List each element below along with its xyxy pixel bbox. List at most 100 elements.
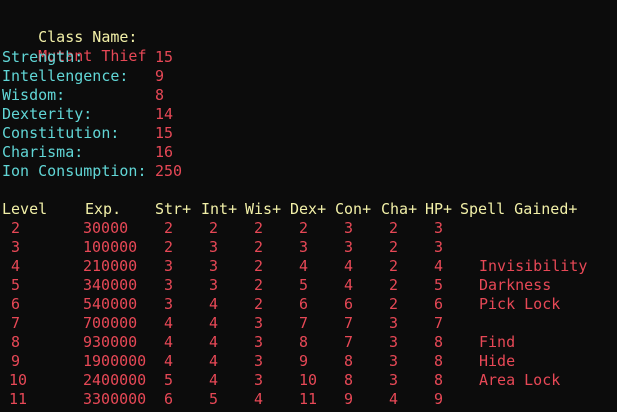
table-cell-hp: 9: [434, 390, 444, 408]
table-cell-int: 4: [209, 295, 219, 313]
table-cell-level: 11: [9, 390, 28, 408]
table-cell-con: 7: [344, 333, 354, 351]
table-cell-wis: 2: [254, 238, 264, 256]
table-cell-level: 4: [11, 257, 21, 275]
table-cell-int: 4: [209, 352, 219, 370]
table-cell-wis: 2: [254, 295, 264, 313]
table-cell-int: 2: [209, 219, 219, 237]
header-int: Int+: [201, 200, 238, 218]
table-cell-con: 9: [344, 390, 354, 408]
header-cha: Cha+: [381, 200, 418, 218]
class-name-label: Class Name:: [38, 28, 138, 46]
stat-value-intelligence: 9: [155, 67, 165, 85]
table-cell-dex: 5: [299, 276, 309, 294]
table-cell-int: 3: [209, 238, 219, 256]
table-cell-exp: 700000: [83, 314, 138, 332]
table-cell-str: 4: [164, 314, 174, 332]
table-cell-str: 3: [164, 257, 174, 275]
table-cell-cha: 3: [389, 352, 399, 370]
stat-label-wisdom: Wisdom:: [2, 86, 66, 104]
table-cell-hp: 4: [434, 257, 444, 275]
table-cell-str: 2: [164, 219, 174, 237]
table-cell-dex: 8: [299, 333, 309, 351]
table-cell-level: 8: [11, 333, 21, 351]
table-cell-cha: 3: [389, 333, 399, 351]
table-cell-wis: 3: [254, 371, 264, 389]
table-cell-con: 3: [344, 238, 354, 256]
table-cell-cha: 3: [389, 371, 399, 389]
table-cell-str: 2: [164, 238, 174, 256]
table-cell-level: 3: [11, 238, 21, 256]
table-cell-exp: 340000: [83, 276, 138, 294]
table-cell-hp: 6: [434, 295, 444, 313]
table-cell-spell: Find: [479, 333, 516, 351]
table-cell-dex: 3: [299, 238, 309, 256]
table-cell-int: 5: [209, 390, 219, 408]
table-cell-con: 7: [344, 314, 354, 332]
table-cell-dex: 6: [299, 295, 309, 313]
table-cell-str: 4: [164, 333, 174, 351]
table-cell-int: 3: [209, 276, 219, 294]
table-cell-exp: 1900000: [83, 352, 147, 370]
header-exp: Exp.: [85, 200, 122, 218]
table-cell-hp: 8: [434, 371, 444, 389]
class-name-line: Class Name: Mutant Thief: [2, 9, 146, 65]
table-cell-cha: 2: [389, 295, 399, 313]
table-cell-con: 8: [344, 352, 354, 370]
header-wis: Wis+: [245, 200, 282, 218]
table-cell-hp: 3: [434, 219, 444, 237]
table-cell-exp: 2400000: [83, 371, 147, 389]
stat-label-dexterity: Dexterity:: [2, 105, 93, 123]
table-cell-str: 3: [164, 295, 174, 313]
table-cell-int: 3: [209, 257, 219, 275]
stat-value-wisdom: 8: [155, 86, 165, 104]
table-cell-hp: 5: [434, 276, 444, 294]
table-cell-spell: Darkness: [479, 276, 552, 294]
table-cell-cha: 2: [389, 276, 399, 294]
table-cell-level: 2: [11, 219, 21, 237]
table-cell-spell: Hide: [479, 352, 516, 370]
stat-value-charisma: 16: [155, 143, 174, 161]
table-cell-cha: 3: [389, 314, 399, 332]
stat-label-constitution: Constitution:: [2, 124, 120, 142]
table-cell-int: 4: [209, 333, 219, 351]
table-cell-exp: 930000: [83, 333, 138, 351]
table-cell-cha: 4: [389, 390, 399, 408]
stat-value-strength: 15: [155, 48, 174, 66]
table-cell-dex: 2: [299, 219, 309, 237]
table-cell-hp: 8: [434, 333, 444, 351]
table-cell-str: 3: [164, 276, 174, 294]
table-cell-con: 8: [344, 371, 354, 389]
table-cell-int: 4: [209, 314, 219, 332]
table-cell-spell: Pick Lock: [479, 295, 561, 313]
table-cell-dex: 10: [299, 371, 318, 389]
table-cell-str: 4: [164, 352, 174, 370]
table-cell-con: 4: [344, 257, 354, 275]
table-cell-wis: 2: [254, 219, 264, 237]
table-cell-spell: Area Lock: [479, 371, 561, 389]
header-hp: HP+: [425, 200, 453, 218]
table-cell-wis: 4: [254, 390, 264, 408]
table-cell-str: 6: [164, 390, 174, 408]
table-cell-wis: 2: [254, 257, 264, 275]
header-str: Str+: [155, 200, 192, 218]
table-cell-cha: 2: [389, 257, 399, 275]
stat-value-constitution: 15: [155, 124, 174, 142]
table-cell-hp: 3: [434, 238, 444, 256]
table-cell-hp: 7: [434, 314, 444, 332]
table-cell-dex: 9: [299, 352, 309, 370]
table-cell-cha: 2: [389, 238, 399, 256]
table-cell-con: 3: [344, 219, 354, 237]
table-cell-dex: 7: [299, 314, 309, 332]
header-con: Con+: [335, 200, 372, 218]
stat-label-intelligence: Intellengence:: [2, 67, 129, 85]
table-cell-exp: 210000: [83, 257, 138, 275]
table-cell-wis: 3: [254, 314, 264, 332]
stat-value-dexterity: 14: [155, 105, 174, 123]
stat-label-ion-consumption: Ion Consumption:: [2, 162, 147, 180]
table-cell-level: 10: [9, 371, 28, 389]
stat-label-strength: Strength:: [2, 48, 84, 66]
header-dex: Dex+: [290, 200, 327, 218]
table-cell-level: 7: [11, 314, 21, 332]
table-cell-exp: 30000: [83, 219, 129, 237]
